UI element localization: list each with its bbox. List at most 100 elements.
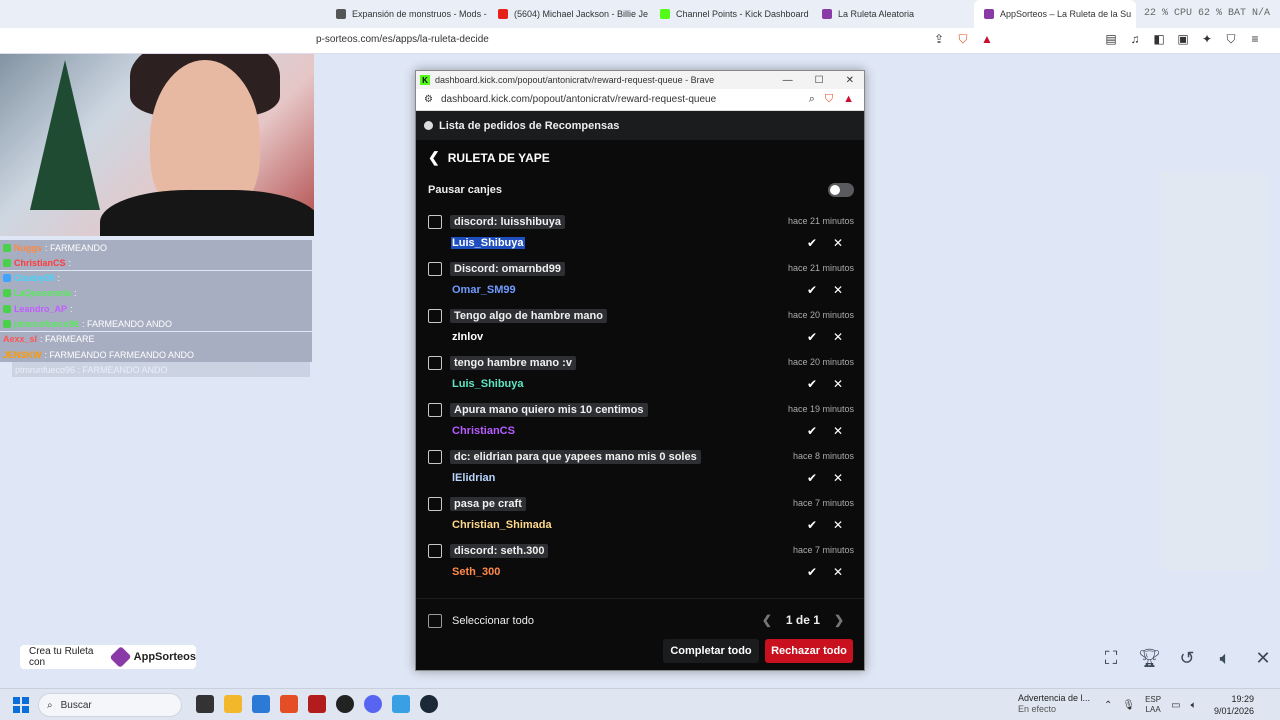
volume-icon[interactable]: 🔈︎ xyxy=(1214,648,1236,668)
pause-toggle[interactable] xyxy=(828,183,854,197)
brave-rewards-icon[interactable]: ▲ xyxy=(980,32,994,46)
request-checkbox[interactable] xyxy=(428,309,442,323)
request-time: hace 20 minutos xyxy=(787,357,854,367)
zoom-icon[interactable]: ⌕ xyxy=(809,93,815,106)
reject-icon[interactable]: ✕ xyxy=(828,471,848,489)
accept-icon[interactable]: ✔ xyxy=(802,330,822,348)
request-item: Discord: omarnbd99 hace 21 minutos Omar_… xyxy=(428,260,854,307)
request-user[interactable]: ChristianCS xyxy=(451,425,516,437)
request-checkbox[interactable] xyxy=(428,450,442,464)
system-tray: ⌃ 🎙︎ ESP LAA ▭ 🔈︎ xyxy=(1104,695,1197,715)
tab-appsorteos[interactable]: AppSorteos – La Ruleta de la Su✕ xyxy=(974,0,1136,28)
select-all-checkbox[interactable] xyxy=(428,614,442,628)
reader-icon[interactable]: ▤ xyxy=(1104,32,1118,46)
reject-icon[interactable]: ✕ xyxy=(828,236,848,254)
tab-youtube[interactable]: (5604) Michael Jackson - Billie Je xyxy=(488,0,650,28)
request-user[interactable]: Luis_Shibuya xyxy=(451,378,525,390)
request-user[interactable]: lElidrian xyxy=(451,472,496,484)
music-icon[interactable]: ♫ xyxy=(1128,32,1142,46)
notepad-icon[interactable] xyxy=(392,695,410,713)
request-checkbox[interactable] xyxy=(428,356,442,370)
window-controls: — ☐ ✕ xyxy=(783,75,864,86)
close-window-icon[interactable]: ✕ xyxy=(846,75,854,86)
complete-all-button[interactable]: Completar todo xyxy=(663,639,759,663)
rewards-icon xyxy=(424,121,433,130)
tab-kick-dashboard[interactable]: Channel Points - Kick Dashboard xyxy=(650,0,812,28)
taskbar-search[interactable]: ⌕ Buscar xyxy=(38,693,182,717)
obs-icon[interactable] xyxy=(336,695,354,713)
taskbar-notification[interactable]: Advertencia de l... En efecto xyxy=(1000,693,1090,715)
appsorteos-icon xyxy=(822,9,832,19)
reject-icon[interactable]: ✕ xyxy=(828,424,848,442)
windows-start-icon[interactable] xyxy=(13,697,29,713)
reject-icon[interactable]: ✕ xyxy=(828,330,848,348)
select-all-row[interactable]: Seleccionar todo xyxy=(428,614,534,628)
search-icon: ⌕ xyxy=(47,699,53,711)
brave-icon[interactable] xyxy=(280,695,298,713)
request-user[interactable]: Omar_SM99 xyxy=(451,284,517,296)
reset-icon[interactable]: ↺ xyxy=(1176,648,1198,668)
reject-icon[interactable]: ✕ xyxy=(828,377,848,395)
back-to-rewards[interactable]: ❮ RULETA DE YAPE xyxy=(428,149,550,166)
background-panel xyxy=(1160,172,1266,570)
request-checkbox[interactable] xyxy=(428,215,442,229)
maximize-icon[interactable]: ☐ xyxy=(815,75,824,86)
share-icon[interactable]: ⇪ xyxy=(932,32,946,46)
reject-icon[interactable]: ✕ xyxy=(828,283,848,301)
next-page-icon[interactable]: ❯ xyxy=(834,613,844,627)
request-text: discord: luisshibuya xyxy=(450,215,565,229)
accept-icon[interactable]: ✔ xyxy=(802,518,822,536)
accept-icon[interactable]: ✔ xyxy=(802,471,822,489)
reject-icon[interactable]: ✕ xyxy=(828,565,848,583)
request-checkbox[interactable] xyxy=(428,403,442,417)
taskbar-clock[interactable]: 19:29 9/01/2026 xyxy=(1214,693,1254,717)
popup-url[interactable]: dashboard.kick.com/popout/antonicratv/re… xyxy=(441,94,716,105)
request-user[interactable]: zInlov xyxy=(451,331,484,343)
accept-icon[interactable]: ✔ xyxy=(802,377,822,395)
speaker-icon[interactable]: 🔈︎ xyxy=(1191,700,1197,711)
trophy-icon[interactable]: 🏆︎ xyxy=(1138,648,1161,668)
mic-icon[interactable]: 🎙︎ xyxy=(1122,700,1135,711)
store-icon[interactable] xyxy=(252,695,270,713)
wallet-icon[interactable]: ▣ xyxy=(1176,32,1190,46)
request-checkbox[interactable] xyxy=(428,544,442,558)
appsorteos-promo[interactable]: Crea tu Ruleta con AppSorteos xyxy=(20,645,196,669)
request-user[interactable]: Seth_300 xyxy=(451,566,501,578)
language-indicator[interactable]: ESP LAA xyxy=(1145,695,1161,715)
url-text[interactable]: p-sorteos.com/es/apps/la-ruleta-decide xyxy=(316,34,489,45)
network-icon[interactable]: ▭ xyxy=(1171,700,1180,711)
request-user[interactable]: Christian_Shimada xyxy=(451,519,553,531)
accept-icon[interactable]: ✔ xyxy=(802,424,822,442)
address-actions: ⇪ ⛉ ▲ xyxy=(932,32,994,46)
site-settings-icon[interactable]: ⚙ xyxy=(424,94,433,105)
request-user[interactable]: Luis_Shibuya xyxy=(451,237,525,249)
tab-monstruos[interactable]: Expansión de monstruos - Mods - M xyxy=(326,0,488,28)
app-icon[interactable] xyxy=(308,695,326,713)
request-checkbox[interactable] xyxy=(428,497,442,511)
prev-page-icon[interactable]: ❮ xyxy=(762,613,772,627)
accept-icon[interactable]: ✔ xyxy=(802,283,822,301)
tab-ruleta-aleatoria[interactable]: La Ruleta Aleatoria xyxy=(812,0,974,28)
file-explorer-icon[interactable] xyxy=(224,695,242,713)
request-item: pasa pe craft hace 7 minutos Christian_S… xyxy=(428,495,854,542)
task-view-icon[interactable] xyxy=(196,695,214,713)
sidebar-icon[interactable]: ◧ xyxy=(1152,32,1166,46)
request-checkbox[interactable] xyxy=(428,262,442,276)
accept-icon[interactable]: ✔ xyxy=(802,236,822,254)
ai-icon[interactable]: ✦ xyxy=(1200,32,1214,46)
brave-rewards-icon[interactable]: ▲ xyxy=(843,93,854,106)
address-bar: p-sorteos.com/es/apps/la-ruleta-decide ⇪… xyxy=(0,28,1280,54)
accept-icon[interactable]: ✔ xyxy=(802,565,822,583)
vpn-icon[interactable]: ⛉ xyxy=(1224,32,1238,46)
minimize-icon[interactable]: — xyxy=(783,75,793,86)
reject-all-button[interactable]: Rechazar todo xyxy=(765,639,853,663)
brave-shield-icon[interactable]: ⛉ xyxy=(956,32,970,46)
reject-icon[interactable]: ✕ xyxy=(828,518,848,536)
steam-icon[interactable] xyxy=(420,695,438,713)
chevron-up-icon[interactable]: ⌃ xyxy=(1104,700,1112,711)
close-icon[interactable]: ✕ xyxy=(1252,648,1274,668)
brave-shield-icon[interactable]: ⛉ xyxy=(825,93,833,106)
discord-icon[interactable] xyxy=(364,695,382,713)
menu-icon[interactable]: ≡ xyxy=(1248,32,1262,46)
fullscreen-icon[interactable]: ⛶ xyxy=(1100,648,1122,668)
